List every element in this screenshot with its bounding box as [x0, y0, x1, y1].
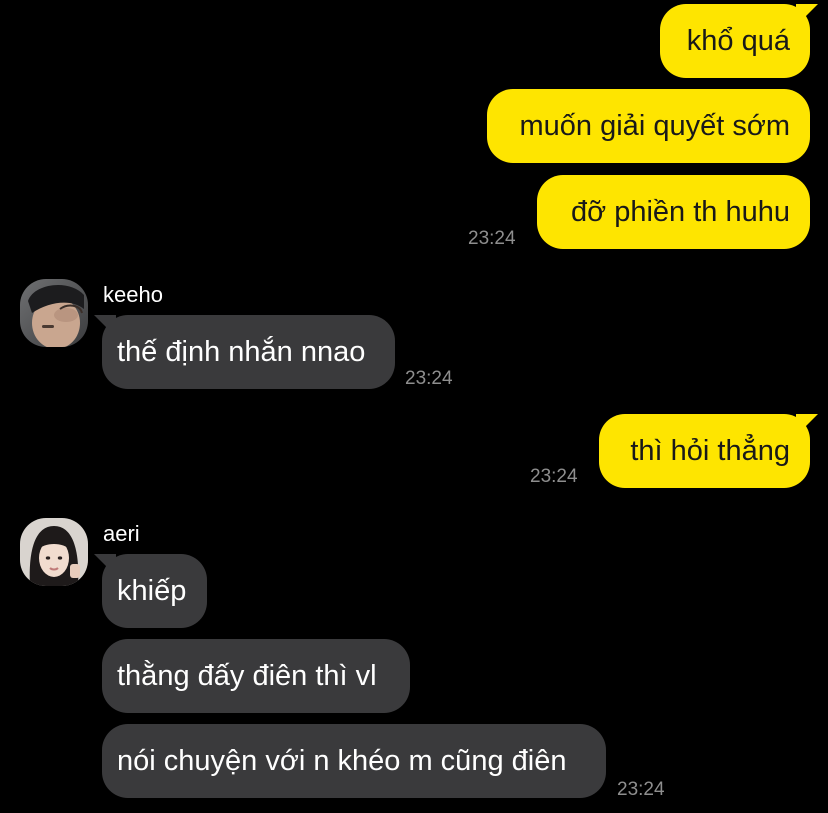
- avatar[interactable]: [20, 279, 88, 347]
- message-text: đỡ phiền th huhu: [571, 196, 790, 228]
- message-text: khổ quá: [686, 25, 790, 57]
- message-text: nói chuyện với n khéo m cũng điên: [117, 745, 567, 777]
- outgoing-message-bubble[interactable]: muốn giải quyết sớm: [487, 89, 810, 163]
- outgoing-message-bubble[interactable]: thì hỏi thẳng: [599, 414, 810, 488]
- sender-name: aeri: [103, 521, 140, 546]
- sender-name: keeho: [103, 282, 163, 307]
- message-text: thì hỏi thẳng: [630, 435, 790, 467]
- message-timestamp: 23:24: [530, 466, 578, 487]
- message-text: thằng đấy điên thì vl: [117, 660, 377, 692]
- message-text: khiếp: [117, 575, 187, 607]
- incoming-message-bubble[interactable]: thằng đấy điên thì vl: [102, 639, 410, 713]
- message-text: thế định nhắn nnao: [117, 336, 366, 368]
- outgoing-message-bubble[interactable]: khổ quá: [660, 4, 810, 78]
- message-timestamp: 23:24: [405, 368, 453, 389]
- person-photo-avatar-icon: [20, 279, 88, 347]
- message-timestamp: 23:24: [617, 779, 665, 800]
- avatar[interactable]: [20, 518, 88, 586]
- incoming-message-bubble[interactable]: khiếp: [102, 554, 207, 628]
- incoming-message-bubble[interactable]: nói chuyện với n khéo m cũng điên: [102, 724, 606, 798]
- incoming-message-bubble[interactable]: thế định nhắn nnao: [102, 315, 395, 389]
- message-timestamp: 23:24: [468, 228, 516, 249]
- outgoing-message-bubble[interactable]: đỡ phiền th huhu: [537, 175, 810, 249]
- message-text: muốn giải quyết sớm: [519, 110, 790, 142]
- person-photo-avatar-icon: [20, 518, 88, 586]
